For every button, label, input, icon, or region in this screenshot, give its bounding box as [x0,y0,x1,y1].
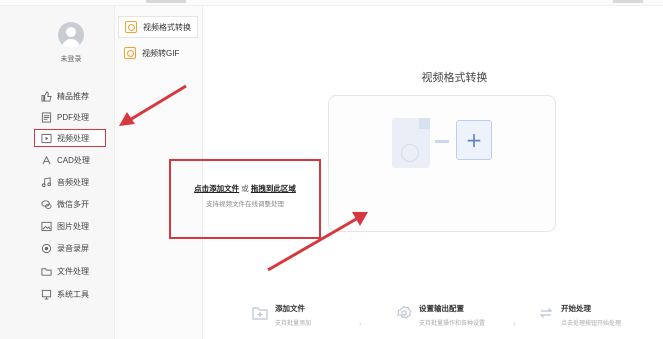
sidebar-item-label: 文件处理 [57,266,89,276]
step-desc: 支持批量添加 [275,321,312,327]
file-drop-zone[interactable]: + [328,95,556,232]
login-status-label[interactable]: 未登录 [40,54,102,64]
drop-hint-main: 点击添加文件 或 拖拽到此区域 [171,183,319,194]
file-fold [419,118,430,129]
sidebar-item-label: PDF处理 [57,112,89,122]
sidebar-item-video[interactable]: 视频处理 [34,129,106,147]
cad-icon [40,154,52,166]
folder-icon [40,265,52,277]
subnav-item-label: 视频格式转换 [143,22,191,32]
process-cycle-icon [538,305,554,321]
sidebar-item-recommended[interactable]: 精品推荐 [40,87,112,105]
sidebar-item-cad[interactable]: CAD处理 [40,151,112,169]
sidebar: 未登录 精品推荐 PDF处理 视频处理 CAD处理 音频处理 微信多开 图片处理… [0,6,115,339]
system-tool-icon [40,288,52,300]
gif-icon [124,47,136,59]
avatar-body [62,39,80,48]
step-title: 开始处理 [561,304,591,313]
subnav-item-label: 视频转GIF [142,48,180,58]
page-title: 视频格式转换 [421,72,488,84]
subnav-item-video-to-gif[interactable]: 视频转GIF [118,42,198,64]
step-add-file[interactable]: 添加文件 支持批量添加 [252,303,311,331]
sidebar-item-audio[interactable]: 音频处理 [40,173,112,191]
drop-hint-sub: 支持视频文件在线调整处理 [206,201,284,208]
step-separator-icon: › [513,319,516,328]
video-file-icon [392,118,430,168]
sidebar-item-record[interactable]: 录音录屏 [40,239,112,257]
play-circle-icon [401,144,419,162]
drag-here-link: 拖拽到此区域 [250,184,296,193]
step-text: 添加文件 支持批量添加 [275,303,311,327]
sidebar-item-system-tool[interactable]: 系统工具 [40,285,112,303]
cropped-title-fragment [146,0,186,3]
sidebar-item-pdf[interactable]: PDF处理 [40,108,112,126]
sidebar-item-label: 图片处理 [57,221,89,231]
step-output-settings[interactable]: 设置输出配置 支持批量操作和各种设置 [396,303,485,331]
image-icon [40,220,52,232]
step-desc: 点击处理按钮开始处理 [561,321,622,327]
sidebar-item-wechat[interactable]: 微信多开 [40,195,112,213]
add-file-icon [252,305,268,321]
record-icon [40,242,52,254]
step-desc: 支持批量操作和各种设置 [419,321,486,327]
add-file-link[interactable]: 点击添加文件 [194,184,239,193]
dash-icon [435,140,449,143]
sidebar-item-file[interactable]: 文件处理 [40,262,112,280]
drop-hint-or: 或 [241,184,249,193]
cropped-window-control [613,0,643,3]
pdf-icon [40,111,52,123]
step-text: 开始处理 点击处理按钮开始处理 [561,303,621,327]
music-icon [40,176,52,188]
sidebar-item-label: 录音录屏 [57,243,89,253]
sidebar-item-label: 视频处理 [57,133,89,143]
sidebar-item-label: 系统工具 [57,289,89,299]
thumbs-up-icon [40,90,52,102]
step-start-process[interactable]: 开始处理 点击处理按钮开始处理 [538,303,621,331]
video-convert-icon [125,21,137,33]
sidebar-item-label: 音频处理 [57,177,89,187]
add-file-plus-button[interactable]: + [456,120,492,160]
step-separator-icon: › [359,319,362,328]
step-text: 设置输出配置 支持批量操作和各种设置 [419,303,485,327]
video-icon [40,132,52,144]
sidebar-item-image[interactable]: 图片处理 [40,217,112,235]
avatar-head [66,27,76,37]
step-title: 添加文件 [275,304,305,313]
sidebar-item-label: 精品推荐 [57,91,89,101]
step-title: 设置输出配置 [419,304,464,313]
avatar[interactable] [58,22,84,48]
drop-hint-highlight-box[interactable]: 点击添加文件 或 拖拽到此区域 支持视频文件在线调整处理 [169,159,321,239]
sidebar-item-label: 微信多开 [57,199,89,209]
sidebar-item-label: CAD处理 [57,155,90,165]
subnav-item-video-format-convert[interactable]: 视频格式转换 [118,16,198,38]
wechat-icon [40,198,52,210]
settings-gear-icon [396,305,412,321]
